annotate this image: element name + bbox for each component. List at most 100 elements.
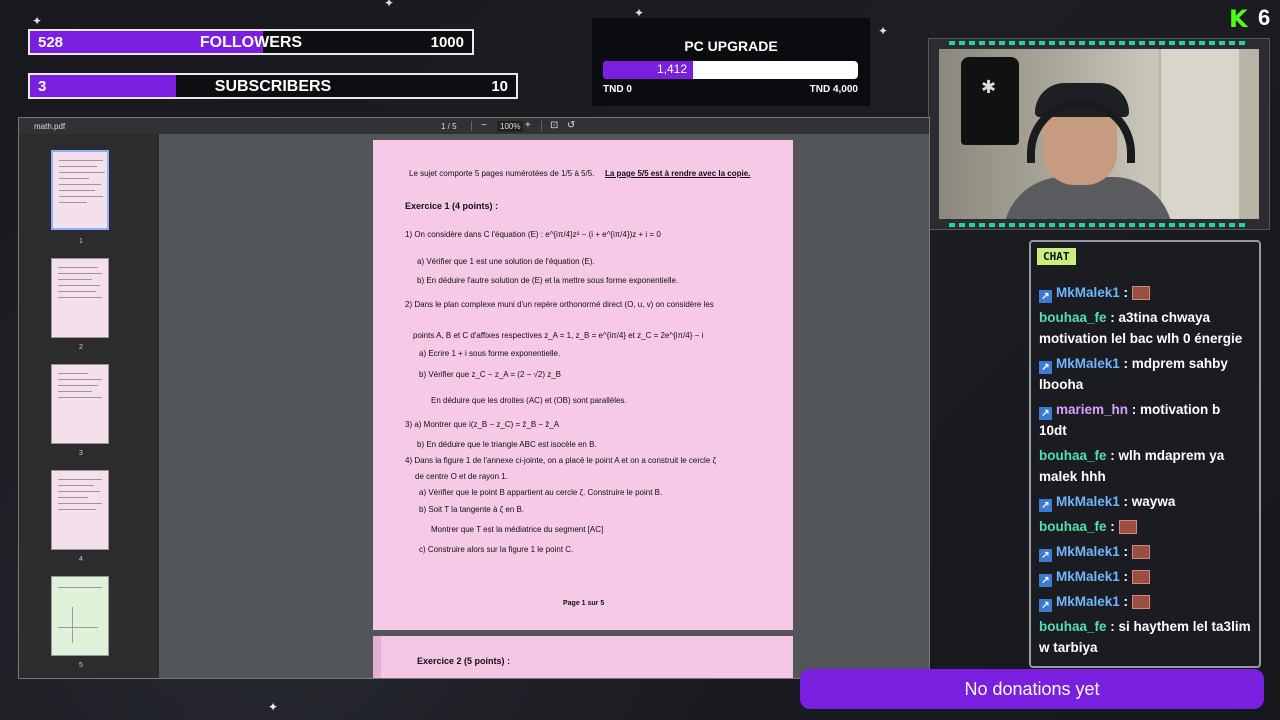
rotate-icon[interactable]: ↺ bbox=[567, 120, 575, 131]
mouse-cursor-icon: ✦ bbox=[268, 700, 279, 714]
chat-username[interactable]: MkMalek1 bbox=[1056, 594, 1120, 609]
pdf-page-1: Le sujet comporte 5 pages numérotées de … bbox=[373, 140, 793, 630]
toolbar-divider bbox=[541, 121, 542, 131]
zoom-out-icon[interactable]: − bbox=[481, 120, 487, 131]
chat-message: ↗ MkMalek1 : mdprem sahby lbooha bbox=[1039, 353, 1251, 395]
chat-separator: : bbox=[1119, 594, 1132, 609]
sparkle-icon: ✦ bbox=[878, 24, 889, 38]
pdf-document-area[interactable]: Le sujet comporte 5 pages numérotées de … bbox=[159, 134, 929, 678]
chat-separator: : bbox=[1119, 285, 1132, 300]
pdf-page-2: Exercice 2 (5 points) : bbox=[373, 636, 793, 678]
page-indicator[interactable]: 1 / 5 bbox=[441, 122, 457, 131]
page-line: Le sujet comporte 5 pages numérotées de … bbox=[409, 169, 595, 178]
thumbnail-number: 4 bbox=[79, 556, 83, 563]
chat-message: ↗ MkMalek1 : bbox=[1039, 541, 1251, 562]
exercise-heading: Exercice 1 (4 points) : bbox=[405, 201, 499, 211]
thumbnail-page-4[interactable] bbox=[51, 470, 109, 550]
chat-message: ↗ MkMalek1 : bbox=[1039, 566, 1251, 587]
chat-message: ↗ MkMalek1 : waywa bbox=[1039, 491, 1251, 512]
pc-upgrade-min: TND 0 bbox=[603, 84, 632, 95]
thumbnail-number: 1 bbox=[79, 238, 83, 245]
pc-upgrade-amount: 1,412 bbox=[656, 62, 687, 76]
chat-username[interactable]: MkMalek1 bbox=[1056, 285, 1120, 300]
page-line: b) En déduire l'autre solution de (E) et… bbox=[417, 276, 679, 285]
subscribers-label: SUBSCRIBERS bbox=[214, 78, 332, 95]
chat-message: bouhaa_fe : si haythem lel ta3lim w tarb… bbox=[1039, 616, 1251, 658]
thumbnail-number: 2 bbox=[79, 344, 83, 351]
chat-message: ↗ MkMalek1 : bbox=[1039, 591, 1251, 612]
chat-badge-icon: ↗ bbox=[1039, 499, 1052, 512]
subscribers-goal-bar: 3 SUBSCRIBERS 10 bbox=[28, 73, 518, 99]
page-line: de centre O et de rayon 1. bbox=[415, 472, 508, 481]
chat-message: bouhaa_fe : a3tina chwaya motivation lel… bbox=[1039, 307, 1251, 349]
chat-username[interactable]: bouhaa_fe bbox=[1039, 519, 1107, 534]
thumbnail-sidebar: 1 2 3 4 5 bbox=[19, 134, 159, 678]
chat-message: ↗ MkMalek1 : bbox=[1039, 282, 1251, 303]
sparkle-icon: ✦ bbox=[32, 14, 43, 28]
chat-username[interactable]: bouhaa_fe bbox=[1039, 310, 1107, 325]
followers-label: FOLLOWERS bbox=[199, 34, 303, 51]
webcam-frame: ✱ bbox=[928, 38, 1270, 230]
chat-badge-icon: ↗ bbox=[1039, 407, 1052, 420]
chat-separator: : bbox=[1128, 402, 1141, 417]
chat-emote-icon bbox=[1131, 286, 1150, 300]
pc-upgrade-max: TND 4,000 bbox=[809, 84, 858, 95]
chat-username[interactable]: MkMalek1 bbox=[1056, 356, 1120, 371]
fit-page-icon[interactable]: ⊡ bbox=[550, 120, 558, 131]
subscribers-goal: 10 bbox=[491, 77, 508, 95]
page-line: c) Construire alors sur la figure 1 le p… bbox=[419, 545, 574, 554]
chat-badge-icon: ↗ bbox=[1039, 361, 1052, 374]
thumbnail-page-3[interactable] bbox=[51, 364, 109, 444]
pdf-toolbar: math.pdf 1 / 5 − 100% + ⊡ ↺ bbox=[19, 118, 929, 134]
chat-message: bouhaa_fe : wlh mdaprem ya malek hhh bbox=[1039, 445, 1251, 487]
chat-username[interactable]: MkMalek1 bbox=[1056, 569, 1120, 584]
chat-username[interactable]: bouhaa_fe bbox=[1039, 619, 1107, 634]
hanging-hoodie bbox=[961, 57, 1019, 145]
chat-badge-icon: ↗ bbox=[1039, 290, 1052, 303]
chat-username[interactable]: MkMalek1 bbox=[1056, 544, 1120, 559]
zoom-in-icon[interactable]: + bbox=[525, 120, 531, 131]
chat-username[interactable]: MkMalek1 bbox=[1056, 494, 1120, 509]
chat-separator: : bbox=[1119, 356, 1132, 371]
chat-separator: : bbox=[1106, 519, 1119, 534]
pc-upgrade-goal: PC UPGRADE 1,412 TND 0 TND 4,000 bbox=[592, 18, 870, 106]
chat-separator: : bbox=[1106, 619, 1119, 634]
chat-username[interactable]: mariem_hn bbox=[1056, 402, 1128, 417]
chat-message: bouhaa_fe : bbox=[1039, 516, 1251, 537]
chat-message-list: ↗ MkMalek1 : bouhaa_fe : a3tina chwaya mo… bbox=[1039, 282, 1251, 662]
page-line: 2) Dans le plan complexe muni d'un repèr… bbox=[405, 300, 714, 309]
thumbnail-number: 3 bbox=[79, 450, 83, 457]
thumbnail-page-1[interactable] bbox=[51, 150, 109, 230]
page-line: a) Ecrire 1 + i sous forme exponentielle… bbox=[419, 349, 561, 358]
page-line: a) Vérifier que le point B appartient au… bbox=[419, 488, 663, 497]
thumbnail-page-2[interactable] bbox=[51, 258, 109, 338]
zoom-level[interactable]: 100% bbox=[497, 121, 524, 132]
thumbnail-page-5[interactable] bbox=[51, 576, 109, 656]
chat-separator: : bbox=[1119, 494, 1132, 509]
webcam-video: ✱ bbox=[939, 49, 1259, 219]
chat-username[interactable]: bouhaa_fe bbox=[1039, 448, 1107, 463]
kick-logo-icon: K bbox=[1229, 5, 1248, 33]
pdf-viewer-window[interactable]: math.pdf 1 / 5 − 100% + ⊡ ↺ 1 2 3 4 5 Le… bbox=[18, 117, 930, 679]
page-line: La page 5/5 est à rendre avec la copie. bbox=[605, 169, 751, 178]
spider-logo-icon: ✱ bbox=[981, 77, 997, 97]
toolbar-divider bbox=[471, 121, 472, 131]
page-line: b) En déduire que le triangle ABC est is… bbox=[417, 440, 597, 449]
page-footer: Page 1 sur 5 bbox=[563, 600, 605, 607]
page-line: 3) a) Montrer que i(z_B − z_C) = z̄_B − … bbox=[405, 420, 560, 429]
chat-separator: : bbox=[1119, 569, 1132, 584]
pc-upgrade-track: 1,412 bbox=[603, 61, 858, 79]
pdf-filename: math.pdf bbox=[34, 122, 66, 131]
chat-message: ↗ mariem_hn : motivation b 10dt bbox=[1039, 399, 1251, 441]
chat-panel: CHAT ↗ MkMalek1 : bouhaa_fe : a3tina chwa… bbox=[1029, 240, 1261, 668]
page-line: b) Vérifier que z_C − z_A = (2 − √2) z_B bbox=[419, 370, 562, 379]
chat-separator: : bbox=[1106, 310, 1119, 325]
thumbnail-number: 5 bbox=[79, 662, 83, 669]
sparkle-icon: ✦ bbox=[384, 0, 395, 10]
followers-goal-bar: 528 FOLLOWERS 1000 bbox=[28, 29, 474, 55]
kick-viewer-count: 6 bbox=[1258, 5, 1271, 30]
chat-separator: : bbox=[1119, 544, 1132, 559]
chat-separator: : bbox=[1106, 448, 1119, 463]
followers-goal: 1000 bbox=[430, 33, 464, 51]
page-line: b) Soit T la tangente à ζ en B. bbox=[419, 505, 525, 514]
